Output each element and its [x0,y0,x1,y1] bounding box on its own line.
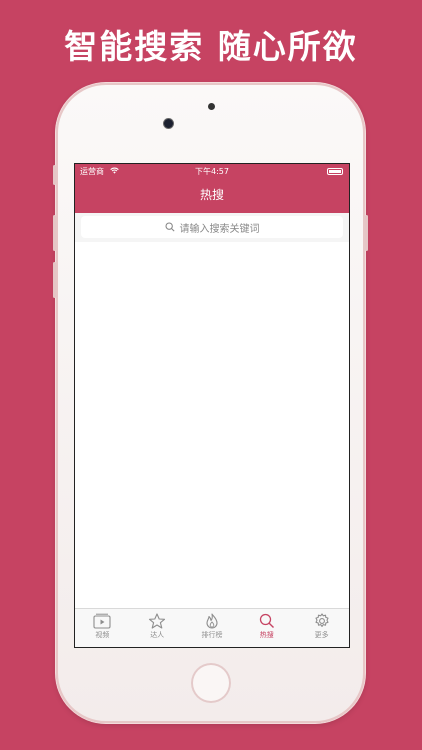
mute-switch [53,165,56,185]
app-screen: 运营商 下午4:57 热搜 请输入搜索关键词 视频 达人 排行榜 热搜 更多 [74,163,350,648]
tab-label-more: 更多 [314,631,329,639]
power-button [365,215,368,251]
tab-video[interactable]: 视频 [75,609,130,647]
nav-header: 运营商 下午4:57 热搜 [75,164,349,213]
tab-ranking[interactable]: 排行榜 [185,609,240,647]
front-camera [164,119,173,128]
tab-label-talent: 达人 [150,631,165,639]
earpiece-speaker [208,103,215,110]
promo-headline: 智能搜索 随心所欲 [64,27,358,66]
results-area [75,242,349,608]
search-placeholder: 请输入搜索关键词 [179,223,260,235]
volume-up-button [53,215,56,251]
tab-bar: 视频 达人 排行榜 热搜 更多 [75,608,349,647]
page-title: 热搜 [199,188,224,202]
search-icon [164,222,175,232]
search-icon [259,613,274,628]
search-input[interactable]: 请输入搜索关键词 [81,216,343,238]
volume-down-button [53,262,56,298]
flame-icon [206,613,218,629]
tab-label-hot-search: 热搜 [259,631,274,639]
tab-more[interactable]: 更多 [294,609,349,647]
tab-label-ranking: 排行榜 [201,631,223,639]
home-button[interactable] [191,663,231,703]
tab-talent[interactable]: 达人 [130,609,185,647]
tab-hot-search[interactable]: 热搜 [239,609,294,647]
video-icon [93,613,111,629]
status-time: 下午4:57 [195,167,229,176]
gear-icon [315,613,329,627]
tab-label-video: 视频 [95,631,110,639]
star-icon [149,613,166,629]
battery-icon [327,168,343,175]
search-bar: 请输入搜索关键词 [75,213,349,242]
status-bar: 运营商 下午4:57 [75,164,349,179]
